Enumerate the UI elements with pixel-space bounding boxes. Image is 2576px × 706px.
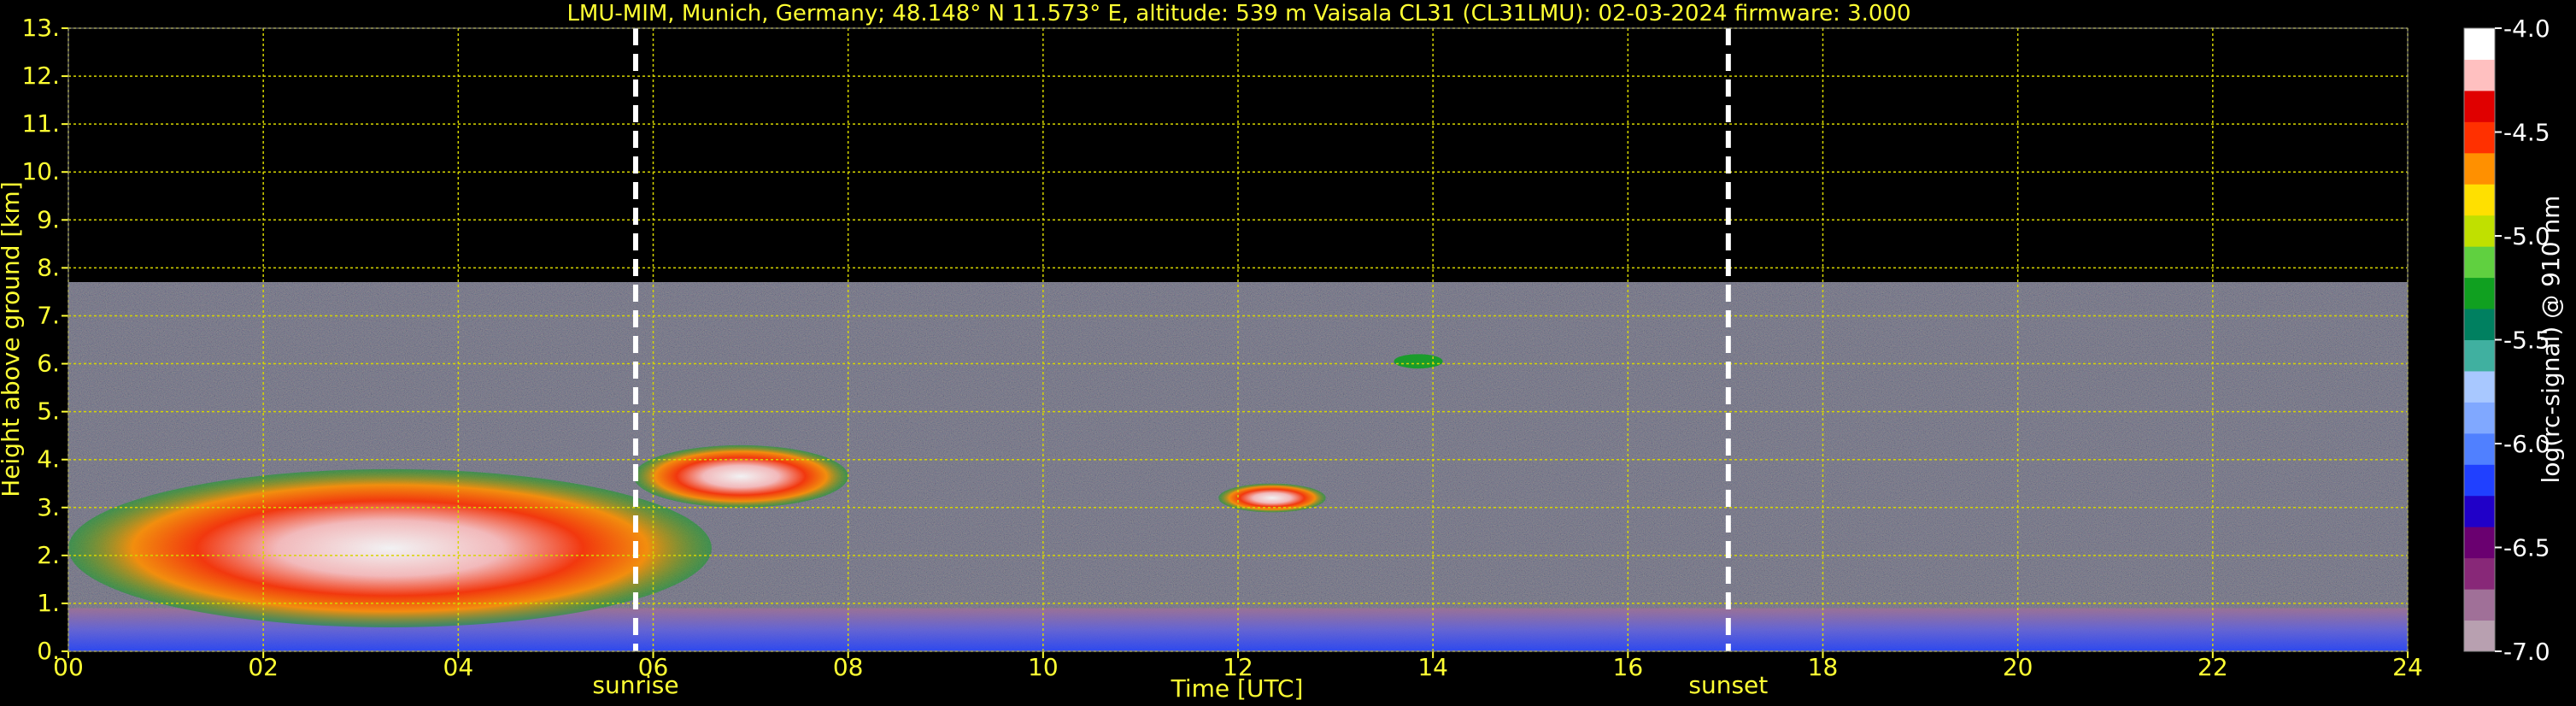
colorbar-swatch	[2464, 339, 2495, 372]
feature-thin-cloud	[1394, 354, 1443, 369]
chart-title: LMU-MIM, Munich, Germany; 48.148° N 11.5…	[566, 1, 1910, 26]
y-tick-label: 2.	[37, 541, 60, 569]
y-tick-label: 7.	[37, 301, 60, 329]
x-tick-label: 14	[1417, 653, 1448, 681]
colorbar-swatch	[2464, 309, 2495, 340]
colorbar-swatch	[2464, 557, 2495, 590]
y-axis-label: Height above ground [km]	[0, 181, 25, 497]
x-tick-label: 04	[443, 653, 474, 681]
colorbar-swatch	[2464, 28, 2495, 60]
x-axis-label: Time [UTC]	[1171, 674, 1304, 703]
y-tick-label: 9.	[37, 205, 60, 233]
colorbar-swatch	[2464, 184, 2495, 216]
colorbar-tick-label: -4.0	[2503, 15, 2550, 43]
colorbar-swatch	[2464, 402, 2495, 434]
x-tick-label: 16	[1613, 653, 1644, 681]
colorbar-swatch	[2464, 527, 2495, 559]
x-tick-label: 10	[1028, 653, 1059, 681]
colorbar-swatch	[2464, 370, 2495, 403]
ceilometer-chart: sunrise sunset 0.1.2.3.4.5.6.7.8.9.10.11.…	[0, 1, 2565, 703]
y-tick-label: 4.	[37, 445, 60, 474]
x-tick-label: 20	[2003, 653, 2033, 681]
y-tick-label: 1.	[37, 589, 60, 617]
x-tick-label: 22	[2198, 653, 2228, 681]
feature-low-cloud-layer	[68, 468, 712, 627]
marker-sunset-label: sunset	[1688, 671, 1768, 699]
colorbar-swatch	[2464, 246, 2495, 279]
x-tick-label: 18	[1808, 653, 1839, 681]
x-tick-label: 02	[248, 653, 279, 681]
colorbar-swatch	[2464, 589, 2495, 621]
colorbar-swatch	[2464, 277, 2495, 309]
feature-cloud-near-sunrise	[633, 444, 848, 508]
colorbar-swatch	[2464, 90, 2495, 122]
colorbar-tick-label: -7.0	[2503, 638, 2550, 666]
colorbar-swatch	[2464, 152, 2495, 185]
x-tick-label: 00	[53, 653, 84, 681]
colorbar-label: log(rc-signal) @ 910 nm	[2537, 196, 2565, 484]
y-tick-label: 12.	[21, 62, 60, 90]
colorbar-swatch	[2464, 432, 2495, 465]
x-tick-label: 06	[638, 653, 669, 681]
y-axis: 0.1.2.3.4.5.6.7.8.9.10.11.12.13.	[21, 14, 68, 665]
colorbar-swatch	[2464, 59, 2495, 91]
y-tick-label: 5.	[37, 397, 60, 426]
colorbar-swatch	[2464, 121, 2495, 154]
y-tick-label: 10.	[21, 157, 60, 185]
colorbar-tick-label: -6.5	[2503, 534, 2550, 562]
y-tick-label: 3.	[37, 493, 60, 521]
x-tick-label: 08	[833, 653, 864, 681]
colorbar-swatch	[2464, 215, 2495, 247]
y-tick-label: 11.	[21, 109, 60, 138]
y-tick-label: 6.	[37, 350, 60, 378]
colorbar-swatch	[2464, 620, 2495, 652]
y-tick-label: 8.	[37, 253, 60, 281]
colorbar-swatch	[2464, 464, 2495, 497]
x-tick-label: 24	[2392, 653, 2423, 681]
colorbar-tick-label: -4.5	[2503, 119, 2550, 147]
colorbar-swatch	[2464, 495, 2495, 527]
y-tick-label: 13.	[21, 14, 60, 42]
